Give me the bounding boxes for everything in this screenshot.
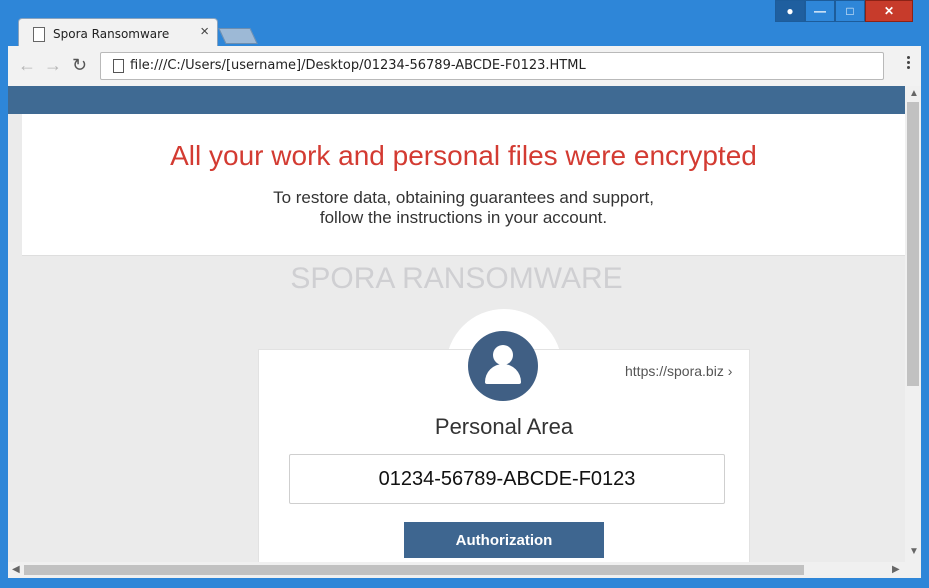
avatar-icon: [468, 331, 538, 401]
document-icon: [113, 59, 124, 73]
scroll-corner: [905, 562, 921, 578]
address-bar[interactable]: file:///C:/Users/[username]/Desktop/0123…: [100, 52, 884, 80]
hero-panel: All your work and personal files were en…: [22, 114, 905, 256]
minimize-button[interactable]: —: [805, 0, 835, 22]
scroll-down-icon[interactable]: ▼: [909, 546, 919, 557]
new-tab-icon[interactable]: [218, 28, 258, 44]
brand-watermark: SPORA RANSOMWARE: [290, 262, 623, 295]
restore-instructions: To restore data, obtaining guarantees an…: [22, 188, 905, 228]
page-icon: [33, 27, 45, 42]
scroll-left-icon[interactable]: ◀: [12, 564, 20, 575]
subtext-line-2: follow the instructions in your account.: [319, 208, 608, 227]
window-controls: ● — □ ✕: [775, 0, 913, 22]
browser-toolbar: ← → ↻ file:///C:/Users/[username]/Deskto…: [8, 46, 921, 86]
scroll-up-icon[interactable]: ▲: [909, 88, 919, 99]
browser-window: Spora Ransomware × ● — □ ✕ ← → ↻ file://…: [0, 0, 929, 588]
subtext-line-1: To restore data, obtaining guarantees an…: [273, 188, 654, 207]
scroll-right-icon[interactable]: ▶: [892, 564, 900, 575]
vertical-scrollbar[interactable]: ▲ ▼: [905, 86, 921, 562]
reload-button[interactable]: ↻: [72, 55, 87, 76]
menu-icon[interactable]: [907, 56, 911, 71]
maximize-button[interactable]: □: [835, 0, 865, 22]
horizontal-scrollbar[interactable]: ◀ ▶: [8, 562, 905, 578]
encryption-headline: All your work and personal files were en…: [170, 140, 757, 171]
web-content: All your work and personal files were en…: [8, 86, 905, 562]
url-text[interactable]: file:///C:/Users/[username]/Desktop/0123…: [130, 58, 586, 73]
close-button[interactable]: ✕: [865, 0, 913, 22]
vertical-scroll-thumb[interactable]: [907, 102, 919, 386]
avatar-head: [493, 345, 513, 365]
page-header-bar: [8, 86, 905, 114]
victim-id-field[interactable]: 01234-56789-ABCDE-F0123: [289, 454, 725, 504]
tab-strip: Spora Ransomware × ● — □ ✕: [8, 0, 921, 49]
browser-tab[interactable]: Spora Ransomware ×: [18, 18, 218, 49]
user-icon[interactable]: ●: [775, 0, 805, 22]
personal-area-title: Personal Area: [434, 414, 574, 439]
tab-close-icon[interactable]: ×: [200, 23, 209, 40]
horizontal-scroll-thumb[interactable]: [24, 565, 804, 575]
tab-title: Spora Ransomware: [53, 27, 170, 41]
back-button[interactable]: ←: [18, 55, 36, 76]
authorization-button[interactable]: Authorization: [404, 522, 604, 558]
forward-button[interactable]: →: [44, 55, 62, 76]
avatar-body: [485, 364, 521, 384]
spora-link[interactable]: https://spora.biz ›: [625, 363, 732, 379]
